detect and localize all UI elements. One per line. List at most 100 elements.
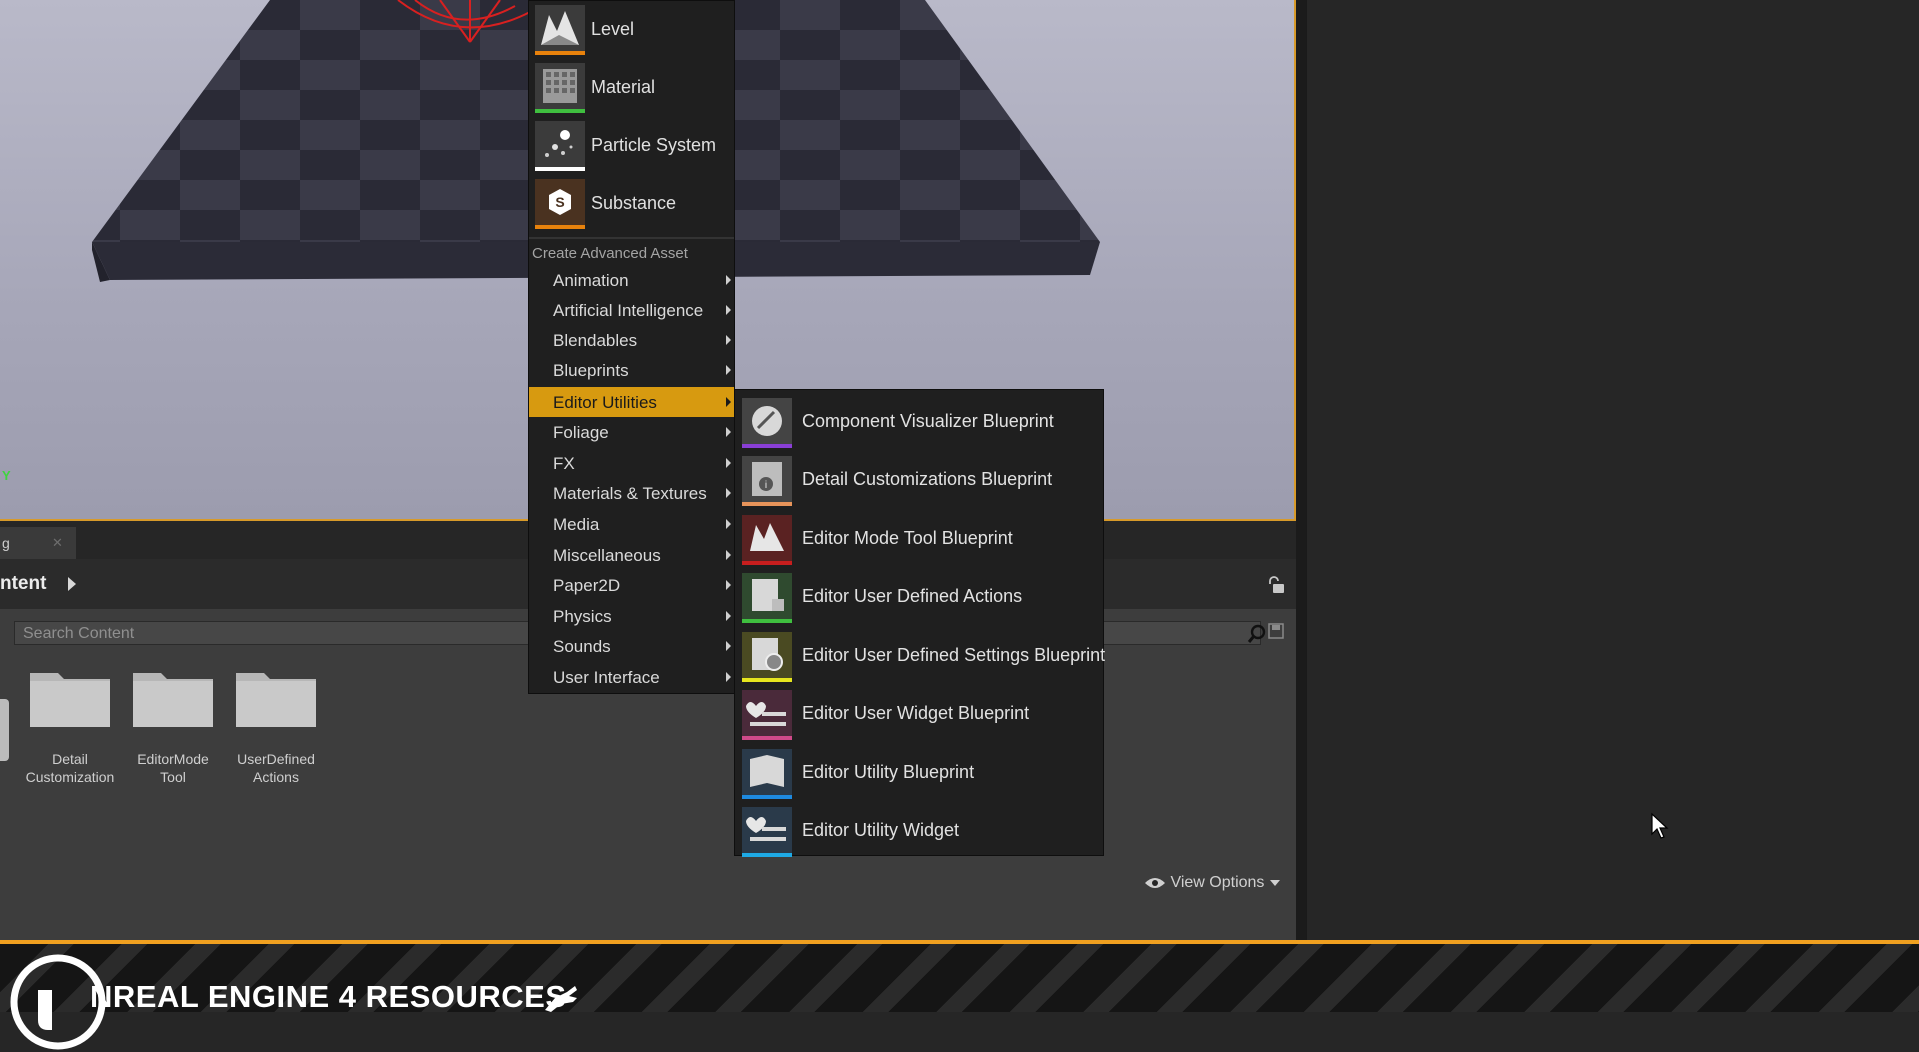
menu-item-label: Miscellaneous xyxy=(553,546,661,565)
banner-text: NREAL ENGINE 4 RESOURCES xyxy=(90,979,567,1014)
folder-icon xyxy=(30,673,110,727)
submenu-item-editor-utility-widget[interactable]: Editor Utility Widget xyxy=(739,802,1101,860)
submenu-item-label: Component Visualizer Blueprint xyxy=(802,411,1054,431)
chevron-right-icon xyxy=(726,275,731,285)
component-visualizer-icon xyxy=(742,398,792,448)
menu-item-level[interactable]: Level xyxy=(534,1,734,59)
editor-utilities-submenu: Component Visualizer Blueprint i Detail … xyxy=(734,389,1105,857)
menu-item-blendables[interactable]: Blendables xyxy=(529,325,734,355)
folder-detail-customization[interactable]: Detail Customization xyxy=(20,667,120,786)
lock-icon[interactable] xyxy=(1265,575,1285,595)
chevron-right-icon[interactable] xyxy=(68,577,76,591)
folder-icon xyxy=(133,673,213,727)
chevron-right-icon xyxy=(726,672,731,682)
menu-item-label: FX xyxy=(553,454,575,473)
user-defined-actions-icon xyxy=(742,573,792,623)
menu-item-label: Level xyxy=(591,19,635,39)
chevron-right-icon xyxy=(726,550,731,560)
user-widget-icon xyxy=(742,690,792,740)
save-search-icon[interactable] xyxy=(1268,623,1284,639)
menu-item-media[interactable]: Media xyxy=(529,509,734,539)
folder-editormode-tool[interactable]: EditorMode Tool xyxy=(123,667,223,786)
menu-item-label: Particle System xyxy=(591,135,717,155)
detail-customizations-icon: i xyxy=(742,456,792,506)
folder-label: UserDefined Actions xyxy=(237,751,315,785)
svg-text:i: i xyxy=(765,480,767,491)
menu-item-label: Sounds xyxy=(553,637,611,656)
menu-item-label: Paper2D xyxy=(553,576,621,595)
menu-item-label: Editor Utilities xyxy=(553,393,657,412)
submenu-item-component-visualizer-blueprint[interactable]: Component Visualizer Blueprint xyxy=(739,393,1101,451)
folder-label: Detail Customization xyxy=(25,751,115,785)
submenu-item-label: Editor User Defined Actions xyxy=(802,586,1023,606)
menu-item-materials-textures[interactable]: Materials & Textures xyxy=(529,478,734,508)
substance-icon: S xyxy=(535,179,585,229)
submenu-item-label: Editor Utility Widget xyxy=(802,820,960,840)
menu-item-substance[interactable]: S Substance xyxy=(534,175,734,233)
menu-item-sounds[interactable]: Sounds xyxy=(529,631,734,661)
chevron-right-icon xyxy=(726,488,731,498)
menu-item-animation[interactable]: Animation xyxy=(529,265,734,295)
utility-blueprint-icon xyxy=(742,749,792,799)
axis-y-label: Y xyxy=(2,468,11,483)
menu-item-label: User Interface xyxy=(553,668,660,687)
editor-mode-tool-icon xyxy=(742,515,792,565)
content-browser-tab[interactable]: g ✕ xyxy=(0,527,76,559)
menu-item-label: Blendables xyxy=(553,331,638,350)
level-icon xyxy=(535,5,585,55)
folder-icon xyxy=(236,673,316,727)
svg-text:S: S xyxy=(555,194,564,210)
folder-userdefined-actions[interactable]: UserDefined Actions xyxy=(226,667,326,786)
menu-divider xyxy=(529,237,734,239)
submenu-item-label: Editor User Defined Settings Blueprint xyxy=(802,645,1106,665)
view-options-button[interactable]: View Options xyxy=(1144,874,1281,892)
create-asset-menu: Level Material Particle System S Substan… xyxy=(528,0,735,694)
particle-system-icon xyxy=(535,121,585,171)
submenu-item-editor-user-defined-actions[interactable]: Editor User Defined Actions xyxy=(739,568,1101,626)
menu-item-miscellaneous[interactable]: Miscellaneous xyxy=(529,540,734,570)
submenu-item-label: Editor Mode Tool Blueprint xyxy=(802,528,1013,548)
panel-splitter[interactable] xyxy=(1296,0,1306,940)
menu-item-label: Foliage xyxy=(553,423,609,442)
chevron-right-icon xyxy=(726,458,731,468)
submenu-item-label: Editor User Widget Blueprint xyxy=(802,703,1030,723)
chevron-right-icon xyxy=(726,580,731,590)
menu-item-foliage[interactable]: Foliage xyxy=(529,417,734,447)
chevron-right-icon xyxy=(726,611,731,621)
menu-item-fx[interactable]: FX xyxy=(529,448,734,478)
resources-banner: NREAL ENGINE 4 RESOURCES xyxy=(0,940,1919,1050)
menu-item-label: Material xyxy=(591,77,656,97)
menu-item-label: Artificial Intelligence xyxy=(553,301,704,320)
menu-item-label: Materials & Textures xyxy=(553,484,707,503)
details-panel xyxy=(1306,0,1919,940)
material-icon xyxy=(535,63,585,113)
submenu-item-editor-user-widget-blueprint[interactable]: Editor User Widget Blueprint xyxy=(739,685,1101,743)
menu-item-material[interactable]: Material xyxy=(534,59,734,117)
advanced-asset-header: Create Advanced Asset xyxy=(532,245,688,262)
menu-item-blueprints[interactable]: Blueprints xyxy=(529,355,734,385)
menu-item-artificial-intelligence[interactable]: Artificial Intelligence xyxy=(529,295,734,325)
menu-item-label: Blueprints xyxy=(553,361,629,380)
submenu-item-label: Detail Customizations Blueprint xyxy=(802,469,1053,489)
menu-item-particle-system[interactable]: Particle System xyxy=(534,117,734,175)
menu-item-user-interface[interactable]: User Interface xyxy=(529,662,734,692)
folder-partial[interactable] xyxy=(0,699,9,761)
folder-label: EditorMode Tool xyxy=(137,751,209,785)
menu-item-physics[interactable]: Physics xyxy=(529,601,734,631)
eye-icon xyxy=(1145,878,1165,888)
submenu-item-detail-customizations-blueprint[interactable]: i Detail Customizations Blueprint xyxy=(739,451,1101,509)
menu-item-label: Substance xyxy=(591,193,677,213)
submenu-item-editor-utility-blueprint[interactable]: Editor Utility Blueprint xyxy=(739,744,1101,802)
chevron-right-icon xyxy=(726,305,731,315)
path-breadcrumb[interactable]: ntent xyxy=(0,573,46,595)
utility-widget-icon xyxy=(742,807,792,857)
chevron-right-icon xyxy=(726,365,731,375)
hand-icon xyxy=(545,986,577,1012)
submenu-item-editor-mode-tool-blueprint[interactable]: Editor Mode Tool Blueprint xyxy=(739,510,1101,568)
menu-item-paper2d[interactable]: Paper2D xyxy=(529,570,734,600)
submenu-item-editor-user-defined-settings-blueprint[interactable]: Editor User Defined Settings Blueprint xyxy=(739,627,1105,685)
chevron-right-icon xyxy=(726,335,731,345)
close-icon[interactable]: ✕ xyxy=(52,527,63,559)
search-icon[interactable] xyxy=(1247,624,1267,644)
menu-item-editor-utilities[interactable]: Editor Utilities xyxy=(529,387,734,417)
